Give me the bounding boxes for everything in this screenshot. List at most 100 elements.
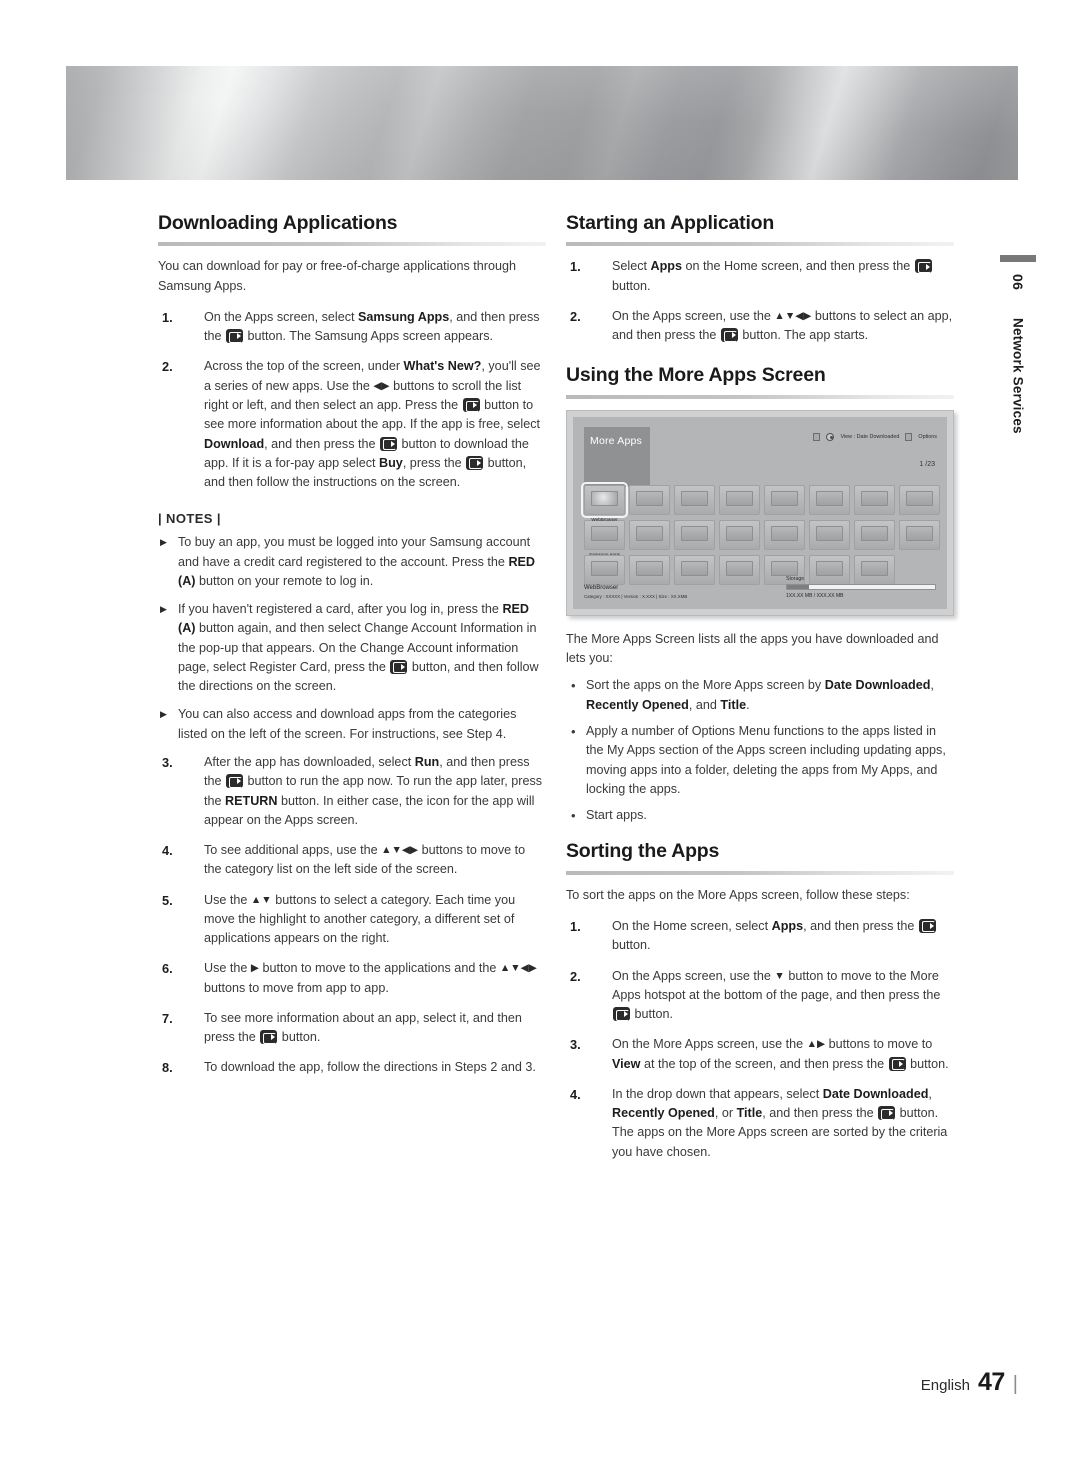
step-item: 8. To download the app, follow the direct…	[158, 1058, 546, 1077]
heading-rule	[566, 242, 954, 247]
emphasis-term: Apps	[771, 918, 804, 933]
direction-arrows-icon: ▲▼◀▶	[499, 962, 537, 975]
chapter-number: 06	[1010, 274, 1026, 291]
figure-app-tile[interactable]	[854, 519, 895, 550]
step-number: 4.	[570, 1086, 581, 1102]
step-item: 1. On the Home screen, select Apps, and t…	[566, 917, 954, 956]
emphasis-term: View	[612, 1056, 641, 1071]
figure-app-tile[interactable]: Samsung Apps	[584, 519, 625, 557]
figure-app-details: WebBrowser Category : XXXXX | Version : …	[584, 585, 687, 599]
options-icon	[905, 432, 913, 441]
figure-app-grid: WebBrowserSamsung Apps	[581, 481, 950, 590]
section-heading-starting-an-application: Starting an Application	[566, 212, 775, 234]
figure-view-label: View : Date Downloaded	[840, 433, 900, 440]
header-banner-image	[66, 66, 1018, 180]
enter-button-icon	[226, 774, 244, 789]
step-number: 2.	[162, 359, 173, 375]
list-item: ▶ If you haven't registered a card, after…	[160, 602, 539, 694]
figure-app-tile[interactable]	[629, 519, 670, 550]
sorting-steps-list: 1. On the Home screen, select Apps, and t…	[566, 917, 954, 1162]
emphasis-term: Date Downloaded	[822, 1086, 929, 1101]
emphasis-term: RED (A)	[178, 554, 536, 588]
step-item: 6. Use the ▶ button to move to the applic…	[162, 961, 537, 995]
enter-button-icon	[888, 1056, 906, 1071]
figure-app-tile[interactable]	[674, 484, 715, 515]
figure-app-tile[interactable]	[854, 484, 895, 515]
starting-application-steps-list: 1. Select Apps on the Home screen, and th…	[566, 257, 954, 345]
person-icon	[813, 432, 821, 441]
figure-storage-block: Storage 1XX.XX MB / XXX.XX MB	[786, 576, 936, 599]
downloading-steps-list: 1. On the Apps screen, select Samsung App…	[158, 308, 546, 492]
direction-arrows-icon: ▶	[250, 962, 259, 975]
figure-bottom-bar: WebBrowser Category : XXXXX | Version : …	[584, 576, 936, 599]
list-item: • Apply a number of Options Menu function…	[571, 723, 946, 796]
step-item: 4. In the drop down that appears, select …	[570, 1086, 948, 1159]
sorting-intro-paragraph: To sort the apps on the More Apps screen…	[566, 887, 910, 902]
section-heading-downloading-applications: Downloading Applications	[158, 212, 398, 234]
step-number: 4.	[162, 843, 173, 859]
bullet-icon: •	[571, 808, 576, 824]
note-bullet-icon: ▶	[160, 537, 167, 548]
figure-app-tile[interactable]	[719, 519, 760, 550]
bullet-icon: •	[571, 723, 576, 739]
list-item: • Sort the apps on the More Apps screen b…	[571, 678, 934, 712]
figure-app-tile-selected[interactable]: WebBrowser	[581, 481, 628, 522]
direction-arrows-icon: ◀▶	[373, 379, 390, 392]
emphasis-term: Recently Opened	[586, 697, 689, 712]
more-apps-screen-figure: More Apps View : Date Downloaded Options…	[566, 409, 954, 616]
more-apps-intro-paragraph: The More Apps Screen lists all the apps …	[566, 631, 939, 666]
section-heading-sorting-the-apps: Sorting the Apps	[566, 840, 720, 863]
step-item: 2. Across the top of the screen, under Wh…	[162, 359, 541, 490]
notes-heading: | NOTES |	[158, 511, 221, 527]
list-item: • Start apps.	[566, 806, 954, 825]
list-item: ▶ You can also access and download apps f…	[160, 707, 517, 741]
emphasis-term: Apps	[650, 259, 682, 274]
step-item: 7. To see more information about an app, …	[162, 1010, 522, 1045]
figure-app-tile[interactable]	[899, 519, 940, 550]
emphasis-term: Title	[720, 697, 747, 712]
step-item: 2. On the Apps screen, use the ▼ button t…	[570, 968, 941, 1022]
intro-paragraph: You can download for pay or free-of-char…	[158, 259, 516, 293]
heading-rule	[566, 394, 954, 399]
figure-app-row: Samsung Apps	[584, 519, 950, 557]
bullet-icon: •	[571, 678, 576, 694]
emphasis-term: Samsung Apps	[358, 309, 450, 324]
step-number: 1.	[570, 259, 581, 275]
figure-storage-value: 1XX.XX MB / XXX.XX MB	[786, 592, 844, 599]
figure-app-tile[interactable]	[899, 484, 940, 515]
step-number: 7.	[162, 1010, 173, 1026]
figure-app-tile[interactable]	[764, 519, 805, 550]
heading-rule	[158, 242, 546, 247]
manual-page: 06 Network Services Downloading Applicat…	[0, 0, 1080, 1479]
figure-screen-area: More Apps View : Date Downloaded Options…	[573, 416, 950, 609]
figure-page-indicator: 1 /23	[919, 460, 935, 468]
figure-app-tile[interactable]	[719, 484, 760, 515]
enter-button-icon	[878, 1106, 896, 1121]
figure-app-tile[interactable]	[629, 484, 670, 515]
enter-button-icon	[390, 659, 408, 674]
figure-app-tile[interactable]	[674, 519, 715, 550]
step-item: 2. On the Apps screen, use the ▲▼◀▶ butto…	[570, 308, 953, 343]
figure-top-bar: View : Date Downloaded Options	[813, 432, 937, 441]
note-bullet-icon: ▶	[160, 604, 167, 615]
step-item: 1. On the Apps screen, select Samsung App…	[162, 309, 540, 344]
step-item: 3. After the app has downloaded, select R…	[162, 755, 543, 827]
figure-app-row: WebBrowser	[581, 481, 950, 522]
heading-rule	[566, 870, 954, 875]
figure-app-tile[interactable]	[809, 519, 850, 550]
direction-arrows-icon: ▼	[774, 969, 785, 982]
figure-app-meta: Category : XXXXX | Version : X.XXX | Siz…	[584, 593, 688, 599]
step-item: 4. To see additional apps, use the ▲▼◀▶ b…	[162, 843, 526, 877]
step-item: 5. Use the ▲▼ buttons to select a categor…	[162, 892, 516, 946]
downloading-steps-list-continued: 3. After the app has downloaded, select R…	[158, 753, 546, 1078]
emphasis-term: Date Downloaded	[824, 678, 931, 693]
direction-arrows-icon: ▲▼◀▶	[381, 844, 419, 857]
left-column: Downloading Applications You can downloa…	[158, 212, 546, 1089]
figure-app-tile[interactable]	[809, 484, 850, 515]
emphasis-term: What's New?	[403, 359, 482, 374]
enter-button-icon	[720, 328, 738, 343]
step-number: 3.	[162, 755, 173, 770]
figure-app-name: WebBrowser	[584, 584, 619, 591]
figure-app-tile[interactable]	[764, 484, 805, 515]
chapter-tab-bar	[1000, 255, 1036, 262]
